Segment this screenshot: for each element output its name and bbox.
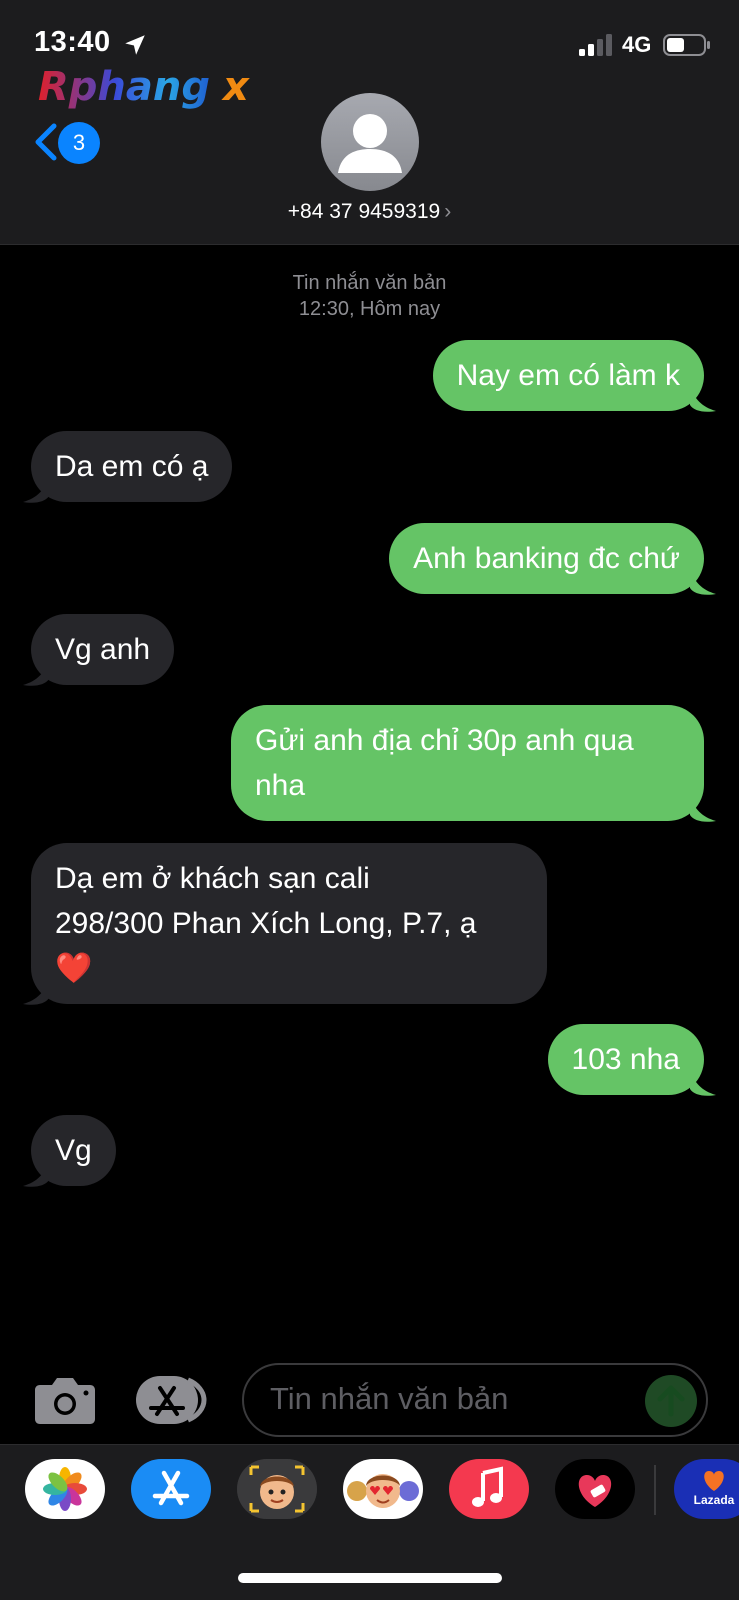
thread-timestamp: Tin nhắn văn bản 12:30, Hôm nay (0, 270, 739, 322)
battery-icon (663, 34, 710, 56)
memoji-heart-eyes-icon (347, 1474, 419, 1508)
photos-flower-icon (43, 1467, 87, 1511)
svg-text:x: x (221, 64, 250, 110)
message-line: Gửi anh địa chỉ 30p anh qua (255, 724, 634, 757)
outgoing-message[interactable]: Nay em có làm k (432, 340, 704, 411)
app-store-app-icon[interactable] (131, 1459, 211, 1519)
message-time-label: 12:30, Hôm nay (298, 298, 441, 320)
heart-icon (578, 1475, 612, 1507)
outgoing-message[interactable]: 103 nha (547, 1024, 704, 1095)
message-line: nha (255, 769, 306, 802)
message-line: 298/300 Phan Xích Long, P.7, ạ (55, 907, 477, 940)
app-store-a-icon (152, 1470, 190, 1506)
back-button[interactable]: 3 (30, 118, 102, 166)
incoming-message[interactable]: Dạ em ở khách sạn cali 298/300 Phan Xích… (31, 843, 547, 1004)
camera-icon[interactable] (34, 1375, 96, 1425)
incoming-message[interactable]: Vg anh (31, 614, 175, 685)
heart-emoji: ❤️ (55, 952, 93, 985)
memoji-face-icon (237, 1459, 317, 1519)
arrow-up-icon (657, 1385, 685, 1417)
message-input-placeholder: Tin nhắn văn bản (270, 1381, 509, 1416)
contact-name[interactable]: +84 37 9459319 › (0, 200, 739, 224)
memoji-app-icon[interactable] (237, 1459, 317, 1519)
rphangx-watermark-logo: Rphang x (38, 64, 250, 110)
bubble-tail (23, 659, 49, 686)
lazada-heart-icon (704, 1471, 724, 1491)
photos-app-icon[interactable] (25, 1459, 105, 1519)
bubble-tail (690, 385, 716, 412)
bubble-tail (23, 978, 49, 1005)
bubble-tail (23, 1160, 49, 1187)
message-line: Anh banking đc chứ (413, 542, 680, 575)
drawer-divider (654, 1465, 656, 1515)
imessage-app-drawer: Lazada (0, 1444, 739, 1600)
message-line: Vg anh (55, 633, 151, 666)
person-icon (338, 114, 402, 173)
heart-app-icon[interactable] (555, 1459, 635, 1519)
network-type: 4G (622, 32, 652, 57)
message-line: Vg (55, 1134, 92, 1167)
contact-number: +84 37 9459319 (287, 200, 441, 223)
lazada-app-icon[interactable]: Lazada (674, 1459, 739, 1519)
message-line: Nay em có làm k (456, 359, 680, 392)
message-line: 103 nha (571, 1043, 680, 1076)
bubble-tail (690, 568, 716, 595)
location-arrow-icon (125, 35, 145, 55)
message-type-label: Tin nhắn văn bản (292, 272, 447, 294)
message-line: Da em có ạ (55, 450, 209, 483)
conversation-header: 13:40 4G Rphang x 3 +84 37 9459319 › (0, 0, 739, 245)
outgoing-message[interactable]: Gửi anh địa chỉ 30p anh qua nha (231, 705, 704, 821)
app-store-drawer-icon[interactable] (136, 1376, 210, 1424)
send-button[interactable] (645, 1375, 697, 1427)
home-indicator[interactable] (238, 1573, 502, 1583)
bubble-tail (690, 795, 716, 822)
svg-text:Rphang: Rphang (38, 64, 210, 110)
memoji-stickers-app-icon[interactable] (343, 1459, 423, 1519)
unread-count-badge: 3 (58, 122, 100, 164)
message-line: Dạ em ở khách sạn cali (55, 862, 370, 895)
chevron-right-icon: › (444, 200, 452, 223)
music-note-icon (472, 1466, 503, 1507)
bubble-tail (690, 1069, 716, 1096)
contact-avatar[interactable] (321, 93, 419, 191)
incoming-message[interactable]: Da em có ạ (31, 431, 233, 502)
message-input[interactable]: Tin nhắn văn bản (242, 1363, 708, 1437)
chevron-left-icon (35, 123, 57, 161)
status-time: 13:40 (34, 26, 111, 58)
bubble-tail (23, 476, 49, 503)
music-app-icon[interactable] (449, 1459, 529, 1519)
cellular-signal-icon (579, 34, 612, 56)
outgoing-message[interactable]: Anh banking đc chứ (389, 523, 704, 594)
lazada-label: Lazada (693, 1493, 735, 1507)
